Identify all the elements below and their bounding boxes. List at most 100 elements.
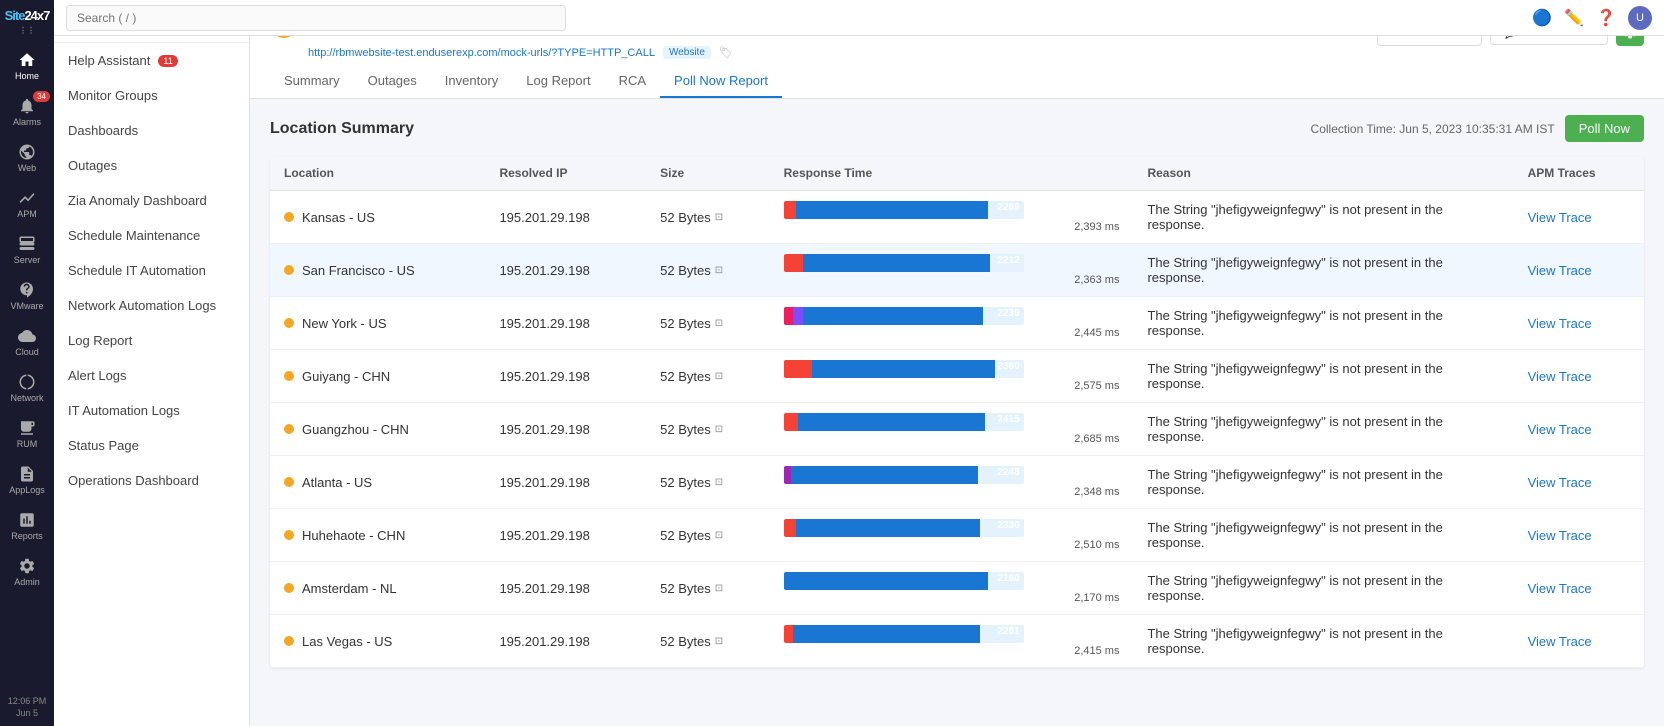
status-dot xyxy=(284,530,294,540)
monitor-url-link[interactable]: http://rbmwebsite-test.enduserexp.com/mo… xyxy=(308,47,655,59)
tab-log-report[interactable]: Log Report xyxy=(512,65,604,98)
bar-segment xyxy=(784,307,794,325)
sidebar-item-alert-logs[interactable]: Alert Logs xyxy=(54,358,249,393)
view-trace-link[interactable]: View Trace xyxy=(1528,475,1592,490)
outages-label: Outages xyxy=(68,158,117,173)
cell-ip: 195.201.29.198 xyxy=(485,191,646,244)
sidebar-item-dashboards[interactable]: Dashboards xyxy=(54,113,249,148)
sidebar-item-schedule-it[interactable]: Schedule IT Automation xyxy=(54,253,249,288)
nav-reports[interactable]: Reports xyxy=(0,503,54,549)
col-location: Location xyxy=(270,156,485,191)
bar-label: 2248 xyxy=(997,467,1019,478)
nav-home[interactable]: Home xyxy=(0,43,54,89)
cell-size: 52 Bytes ⊡ xyxy=(646,244,770,297)
cell-view-trace: View Trace xyxy=(1514,509,1644,562)
nav-admin[interactable]: Admin xyxy=(0,549,54,595)
cell-ip: 195.201.29.198 xyxy=(485,509,646,562)
cell-location: Las Vegas - US xyxy=(270,615,485,668)
bar-label: 2281 xyxy=(997,626,1019,637)
bar-segment xyxy=(784,466,791,484)
view-trace-link[interactable]: View Trace xyxy=(1528,634,1592,649)
cell-view-trace: View Trace xyxy=(1514,191,1644,244)
operations-dashboard-label: Operations Dashboard xyxy=(68,473,199,488)
icon-nav: Site24x7 ⋮⋮ Home Alarms 34 Web APM Serve… xyxy=(0,0,54,726)
content-area: Location Summary Collection Time: Jun 5,… xyxy=(250,99,1664,726)
view-trace-link[interactable]: View Trace xyxy=(1528,422,1592,437)
cell-size: 52 Bytes ⊡ xyxy=(646,562,770,615)
nav-rum[interactable]: RUM xyxy=(0,411,54,457)
app-logo[interactable]: Site24x7 ⋮⋮ xyxy=(5,8,50,35)
avatar[interactable]: U xyxy=(1628,6,1652,30)
cell-reason: The String "jhefigyweignfegwy" is not pr… xyxy=(1133,297,1513,350)
it-automation-logs-label: IT Automation Logs xyxy=(68,403,180,418)
cell-reason: The String "jhefigyweignfegwy" is not pr… xyxy=(1133,244,1513,297)
tab-outages[interactable]: Outages xyxy=(354,65,431,98)
cell-ip: 195.201.29.198 xyxy=(485,456,646,509)
sidebar-item-it-automation-logs[interactable]: IT Automation Logs xyxy=(54,393,249,428)
cell-response-time: 2415 2,685 ms xyxy=(770,403,1134,456)
schedule-it-label: Schedule IT Automation xyxy=(68,263,206,278)
monitor-url-row: http://rbmwebsite-test.enduserexp.com/mo… xyxy=(308,46,733,59)
tab-rca[interactable]: RCA xyxy=(605,65,660,98)
view-trace-link[interactable]: View Trace xyxy=(1528,316,1592,331)
sidebar-item-log-report[interactable]: Log Report xyxy=(54,323,249,358)
bar-segment xyxy=(812,360,994,378)
cell-location: Guiyang - CHN xyxy=(270,350,485,403)
cell-reason: The String "jhefigyweignfegwy" is not pr… xyxy=(1133,350,1513,403)
notifications-icon[interactable]: 🔵 xyxy=(1532,8,1552,28)
monitor-groups-label: Monitor Groups xyxy=(68,88,158,103)
sidebar-item-schedule-maintenance[interactable]: Schedule Maintenance xyxy=(54,218,249,253)
status-dot xyxy=(284,424,294,434)
nav-cloud[interactable]: Cloud xyxy=(0,319,54,365)
cell-size: 52 Bytes ⊡ xyxy=(646,509,770,562)
poll-now-button[interactable]: Poll Now xyxy=(1565,115,1644,142)
nav-server[interactable]: Server xyxy=(0,227,54,273)
size-icon: ⊡ xyxy=(715,530,723,541)
table-row: San Francisco - US195.201.29.19852 Bytes… xyxy=(270,244,1644,297)
response-time-value: 2,685 ms xyxy=(784,433,1120,445)
sidebar-item-network-automation-logs[interactable]: Network Automation Logs xyxy=(54,288,249,323)
nav-network[interactable]: Network xyxy=(0,365,54,411)
nav-applogs[interactable]: AppLogs xyxy=(0,457,54,503)
response-time-value: 2,170 ms xyxy=(784,592,1120,604)
cell-reason: The String "jhefigyweignfegwy" is not pr… xyxy=(1133,403,1513,456)
bar-label: 2415 xyxy=(997,414,1019,425)
table-row: Guangzhou - CHN195.201.29.19852 Bytes ⊡2… xyxy=(270,403,1644,456)
view-trace-link[interactable]: View Trace xyxy=(1528,263,1592,278)
status-dot xyxy=(284,265,294,275)
tab-summary[interactable]: Summary xyxy=(270,65,354,98)
cell-response-time: 23302,510 ms xyxy=(770,509,1134,562)
view-trace-link[interactable]: View Trace xyxy=(1528,581,1592,596)
view-trace-link[interactable]: View Trace xyxy=(1528,210,1592,225)
col-apm-traces: APM Traces xyxy=(1514,156,1644,191)
help-icon[interactable]: ❓ xyxy=(1596,8,1616,28)
cell-ip: 195.201.29.198 xyxy=(485,562,646,615)
edit-icon[interactable]: ✏️ xyxy=(1564,8,1584,28)
cell-response-time: 22692,393 ms xyxy=(770,191,1134,244)
bar-label: 2360 xyxy=(997,361,1019,372)
bar-label: 2239 xyxy=(997,308,1019,319)
view-trace-link[interactable]: View Trace xyxy=(1528,528,1592,543)
sidebar-item-help-assistant[interactable]: Help Assistant 11 xyxy=(54,43,249,78)
tab-poll-now-report[interactable]: Poll Now Report xyxy=(660,65,782,98)
nav-alarms[interactable]: Alarms 34 xyxy=(0,89,54,135)
status-page-label: Status Page xyxy=(68,438,139,453)
sidebar-item-outages[interactable]: Outages xyxy=(54,148,249,183)
view-trace-link[interactable]: View Trace xyxy=(1528,369,1592,384)
search-input[interactable] xyxy=(250,5,566,31)
bar-segment xyxy=(803,307,983,325)
sidebar-item-operations-dashboard[interactable]: Operations Dashboard xyxy=(54,463,249,498)
bar-segment xyxy=(793,625,980,643)
nav-apm[interactable]: APM xyxy=(0,181,54,227)
bar-label: 2269 xyxy=(997,202,1019,213)
tab-inventory[interactable]: Inventory xyxy=(431,65,512,98)
cell-response-time: 22122,363 ms xyxy=(770,244,1134,297)
cell-reason: The String "jhefigyweignfegwy" is not pr… xyxy=(1133,509,1513,562)
nav-web[interactable]: Web xyxy=(0,135,54,181)
nav-vmware[interactable]: VMware xyxy=(0,273,54,319)
sidebar-item-monitor-groups[interactable]: Monitor Groups xyxy=(54,78,249,113)
cell-view-trace: View Trace xyxy=(1514,456,1644,509)
sidebar-item-status-page[interactable]: Status Page xyxy=(54,428,249,463)
sidebar-item-zia-anomaly[interactable]: Zia Anomaly Dashboard xyxy=(54,183,249,218)
cell-response-time: 22812,415 ms xyxy=(770,615,1134,668)
